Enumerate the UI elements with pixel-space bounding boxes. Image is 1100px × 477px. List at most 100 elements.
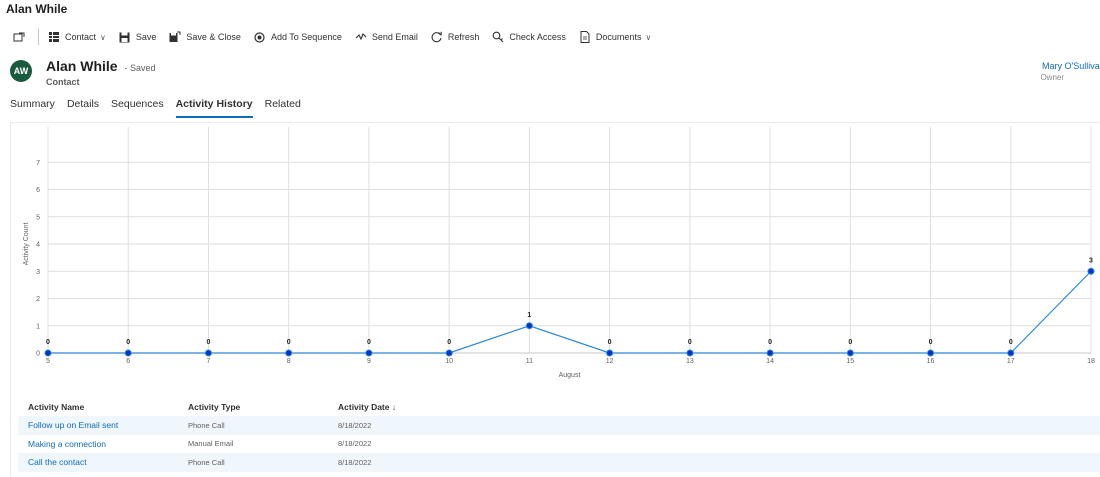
data-label: 0 bbox=[447, 339, 451, 346]
data-label: 0 bbox=[126, 339, 130, 346]
tab-activity-history[interactable]: Activity History bbox=[175, 98, 253, 118]
activity-date-cell: 8/18/2022 bbox=[338, 439, 372, 449]
x-tick-label: 6 bbox=[126, 358, 130, 365]
save-icon bbox=[118, 30, 132, 44]
y-tick-label: 1 bbox=[36, 323, 40, 330]
tab-details[interactable]: Details bbox=[67, 98, 99, 118]
data-label: 3 bbox=[1089, 257, 1093, 264]
y-tick-label: 6 bbox=[36, 187, 40, 194]
chart-grid bbox=[47, 127, 1092, 354]
x-tick-label: 12 bbox=[606, 358, 614, 365]
data-point bbox=[1087, 267, 1095, 275]
data-point bbox=[846, 349, 854, 357]
data-point bbox=[927, 349, 935, 357]
y-tick-label: 4 bbox=[36, 242, 40, 249]
activity-date-cell: 8/18/2022 bbox=[338, 420, 372, 430]
y-tick-label: 2 bbox=[36, 296, 40, 303]
add-to-sequence-button[interactable]: Add To Sequence bbox=[247, 25, 348, 49]
data-label: 0 bbox=[287, 339, 291, 346]
form-tabs: Summary Details Sequences Activity Histo… bbox=[10, 98, 313, 118]
x-tick-label: 8 bbox=[287, 358, 291, 365]
data-point bbox=[124, 349, 132, 357]
column-header-activity-type[interactable]: Activity Type bbox=[188, 402, 338, 412]
data-point bbox=[1007, 349, 1015, 357]
contact-form-label: Contact bbox=[65, 32, 97, 42]
open-in-new-icon bbox=[12, 30, 26, 44]
column-header-activity-date[interactable]: Activity Date ↓ bbox=[338, 402, 538, 412]
owner-link[interactable]: Mary O'Sullivan bbox=[1042, 61, 1100, 71]
activity-type-cell: Phone Call bbox=[188, 457, 225, 467]
send-email-label: Send Email bbox=[371, 32, 418, 42]
documents-button[interactable]: Documents ∨ bbox=[572, 25, 657, 49]
toolbar-divider bbox=[38, 29, 39, 45]
y-tick-label: 3 bbox=[36, 269, 40, 276]
activity-name-link[interactable]: Call the contact bbox=[18, 457, 188, 467]
x-tick-label: 17 bbox=[1007, 358, 1015, 365]
tab-related[interactable]: Related bbox=[265, 98, 301, 118]
data-label: 0 bbox=[207, 339, 211, 346]
open-record-button[interactable] bbox=[6, 25, 36, 49]
check-access-icon bbox=[491, 30, 505, 44]
contact-form-selector[interactable]: Contact ∨ bbox=[41, 25, 112, 49]
table-row[interactable]: Follow up on Email sent Phone Call 8/18/… bbox=[18, 416, 1100, 435]
data-label: 0 bbox=[367, 339, 371, 346]
data-point bbox=[285, 349, 293, 357]
chart-axes: 012345675 6 7 8 9 10 11 12 13 14 15 16 17 18 bbox=[36, 160, 1095, 365]
activity-chart: 012345675 6 7 8 9 10 11 12 13 14 15 16 17 18 0 0 0 0 0 010… bbox=[23, 127, 1095, 379]
check-access-button[interactable]: Check Access bbox=[485, 25, 572, 49]
activity-name-link[interactable]: Making a connection bbox=[18, 439, 188, 449]
send-email-icon bbox=[354, 30, 368, 44]
activity-type-cell: Manual Email bbox=[188, 439, 234, 449]
save-button[interactable]: Save bbox=[112, 25, 163, 49]
x-tick-label: 15 bbox=[846, 358, 854, 365]
save-close-label: Save & Close bbox=[186, 32, 241, 42]
send-email-button[interactable]: Send Email bbox=[348, 25, 424, 49]
save-close-button[interactable]: Save & Close bbox=[162, 25, 247, 49]
owner-label: Owner bbox=[1040, 73, 1064, 82]
x-axis-title: August bbox=[559, 372, 581, 379]
chevron-down-icon: ∨ bbox=[645, 32, 652, 42]
data-label: 0 bbox=[608, 339, 612, 346]
record-name: Alan While bbox=[46, 58, 118, 74]
add-to-sequence-label: Add To Sequence bbox=[270, 32, 342, 42]
documents-icon bbox=[578, 30, 592, 44]
record-header: AW Alan While - Saved Contact Mary O'Sul… bbox=[0, 56, 1100, 94]
table-row[interactable]: Call the contact Phone Call 8/18/2022 bbox=[18, 453, 1100, 472]
data-label: 0 bbox=[688, 339, 692, 346]
activity-name-link[interactable]: Follow up on Email sent bbox=[18, 420, 188, 430]
chart-series bbox=[44, 267, 1095, 357]
activity-date-cell: 8/18/2022 bbox=[338, 457, 372, 467]
save-close-icon bbox=[168, 30, 182, 44]
save-status: - Saved bbox=[124, 63, 156, 73]
data-label: 1 bbox=[527, 312, 531, 319]
table-header: Activity Name Activity Type Activity Dat… bbox=[18, 398, 1100, 416]
x-tick-label: 13 bbox=[686, 358, 694, 365]
x-tick-label: 9 bbox=[367, 358, 371, 365]
x-tick-label: 10 bbox=[445, 358, 453, 365]
refresh-button[interactable]: Refresh bbox=[424, 25, 486, 49]
data-label: 0 bbox=[768, 339, 772, 346]
data-label: 0 bbox=[46, 339, 50, 346]
refresh-icon bbox=[430, 30, 444, 44]
series-line bbox=[48, 270, 1092, 354]
tab-sequences[interactable]: Sequences bbox=[111, 98, 164, 118]
command-bar: Contact ∨ Save Save & Close Add To Seque… bbox=[0, 24, 1100, 50]
data-label: 0 bbox=[929, 339, 933, 346]
refresh-label: Refresh bbox=[447, 32, 480, 42]
x-tick-label: 18 bbox=[1087, 358, 1095, 365]
activity-type-cell: Phone Call bbox=[188, 420, 225, 430]
tab-summary[interactable]: Summary bbox=[10, 98, 55, 118]
record-title: Alan While - Saved bbox=[46, 58, 155, 74]
activity-table: Activity Name Activity Type Activity Dat… bbox=[18, 398, 1100, 472]
data-point bbox=[606, 349, 614, 357]
data-label: 0 bbox=[848, 339, 852, 346]
grid-icon bbox=[47, 30, 61, 44]
save-label: Save bbox=[135, 32, 157, 42]
y-tick-label: 5 bbox=[36, 214, 40, 221]
table-row[interactable]: Making a connection Manual Email 8/18/20… bbox=[18, 435, 1100, 454]
add-sequence-icon bbox=[253, 30, 267, 44]
documents-label: Documents bbox=[595, 32, 642, 42]
window-title: Alan While bbox=[6, 2, 68, 16]
column-header-activity-name[interactable]: Activity Name bbox=[18, 402, 188, 412]
x-tick-label: 5 bbox=[46, 358, 50, 365]
